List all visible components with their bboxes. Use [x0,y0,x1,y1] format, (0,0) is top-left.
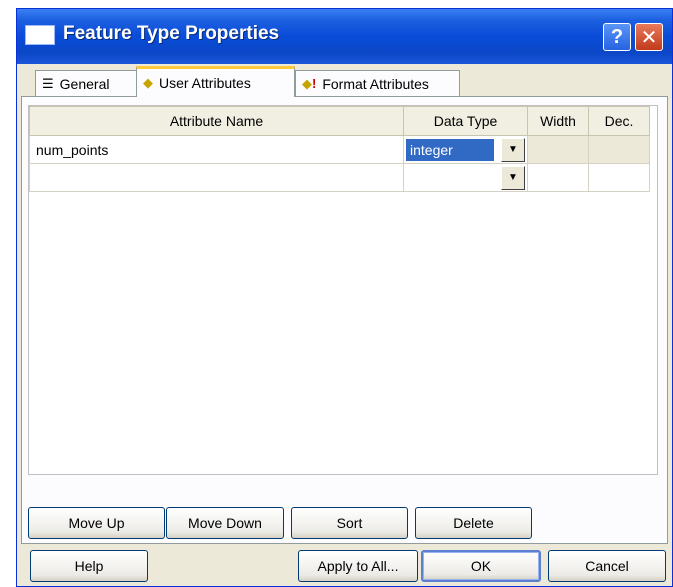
move-down-button[interactable]: Move Down [166,507,284,539]
ok-button[interactable]: OK [421,550,541,582]
data-type-select[interactable] [406,167,494,189]
dialog-window: Feature Type Properties ? ✕ ☰ General ◆ … [16,8,673,587]
window-title: Feature Type Properties [63,23,280,44]
help-title-button[interactable]: ? [603,23,631,51]
width-cell[interactable] [527,135,589,164]
question-icon: ? [610,25,624,48]
sort-button[interactable]: Sort [291,507,408,539]
tab-label: User Attributes [159,75,251,91]
table-row[interactable]: num_points integer ▼ [29,135,650,164]
tab-user-attributes[interactable]: ◆ User Attributes [136,66,295,97]
data-type-cell[interactable]: integer ▼ [403,135,528,164]
delete-button[interactable]: Delete [415,507,532,539]
table-row[interactable]: ▼ [29,163,650,192]
column-header-dec[interactable]: Dec. [588,106,650,136]
data-type-cell[interactable]: ▼ [403,163,528,192]
tab-label: General [59,75,110,92]
column-header-data-type[interactable]: Data Type [403,106,528,136]
user-attributes-panel: Attribute Name Data Type Width Dec. num_… [21,96,668,544]
attribute-grid[interactable]: Attribute Name Data Type Width Dec. num_… [28,105,658,475]
cancel-button[interactable]: Cancel [548,550,666,582]
help-button[interactable]: Help [30,550,148,582]
move-up-button[interactable]: Move Up [28,507,165,539]
apply-to-all-button[interactable]: Apply to All... [298,550,418,582]
dec-cell[interactable] [588,135,650,164]
close-button[interactable]: ✕ [635,23,663,51]
window-icon [25,25,55,45]
close-icon: ✕ [640,26,658,49]
attribute-name-cell[interactable] [29,163,404,192]
data-type-select[interactable]: integer [406,138,494,161]
diamond-exclamation-icon: ◆! [302,75,317,91]
column-header-attribute-name[interactable]: Attribute Name [29,106,404,136]
column-header-width[interactable]: Width [527,106,589,136]
dec-cell[interactable] [588,163,650,192]
tab-label: Format Attributes [322,75,429,92]
diamond-icon: ◆ [143,75,153,90]
title-bar[interactable]: Feature Type Properties ? ✕ [17,9,672,64]
chevron-down-icon[interactable]: ▼ [501,165,525,190]
grid-header-row: Attribute Name Data Type Width Dec. [29,106,650,136]
list-icon: ☰ [42,75,54,91]
tab-format-attributes[interactable]: ◆! Format Attributes [295,70,460,96]
tab-general[interactable]: ☰ General [35,70,137,96]
width-cell[interactable] [527,163,589,192]
attribute-name-cell[interactable]: num_points [29,135,404,164]
chevron-down-icon[interactable]: ▼ [501,137,525,162]
